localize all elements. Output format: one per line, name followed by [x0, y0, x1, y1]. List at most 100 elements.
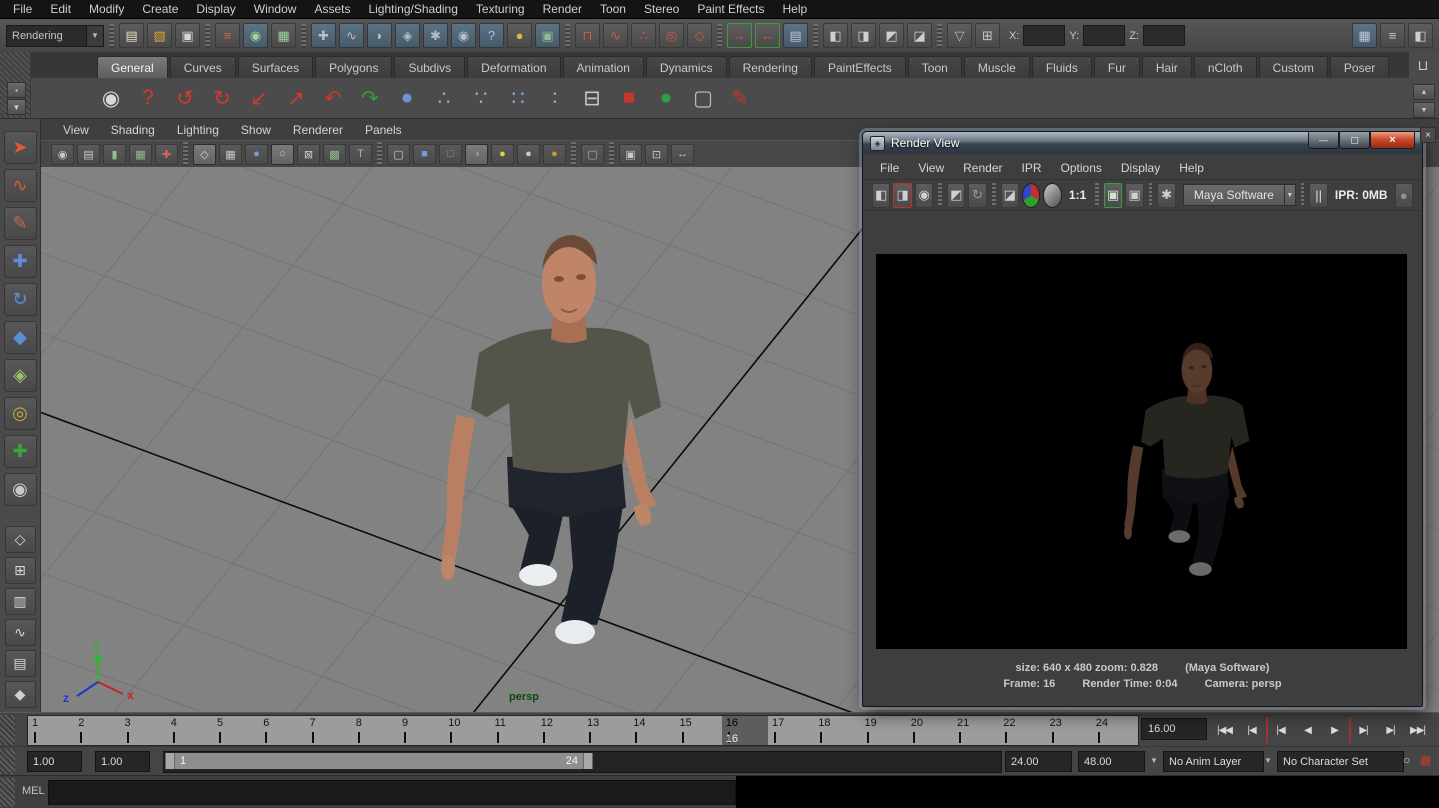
remove-image-icon[interactable]: ▣: [1125, 183, 1143, 208]
anim-layer-field[interactable]: No Anim Layer: [1163, 751, 1264, 772]
open-scene-icon[interactable]: ▧: [147, 23, 172, 48]
menu-help[interactable]: Help: [774, 1, 817, 17]
menu-stereo[interactable]: Stereo: [635, 1, 688, 17]
yellow-light-icon[interactable]: ●: [491, 144, 514, 165]
frame-6[interactable]: 6: [259, 716, 305, 745]
frame-15[interactable]: 15: [676, 716, 722, 745]
step-forward-frame-button[interactable]: ▶|: [1378, 717, 1403, 743]
panel-menu-shading[interactable]: Shading: [101, 122, 165, 138]
mask-rendering-icon[interactable]: ◉: [451, 23, 476, 48]
construction-history-icon[interactable]: ▤: [783, 23, 808, 48]
alpha-channel-icon[interactable]: [1043, 183, 1061, 208]
shelf-tab-subdivs[interactable]: Subdivs: [394, 56, 465, 78]
animation-end-field[interactable]: 48.00: [1078, 751, 1145, 772]
separator[interactable]: [205, 24, 210, 48]
select-tool[interactable]: ➤: [4, 131, 37, 164]
layout-persp-outliner[interactable]: ▥: [5, 588, 36, 615]
mask-dynamics-icon[interactable]: ✱: [423, 23, 448, 48]
range-end-handle[interactable]: [583, 753, 593, 769]
paint-select-tool[interactable]: ✎: [4, 207, 37, 240]
render-current-frame-icon[interactable]: ◧: [872, 183, 890, 208]
shelf-scroll-up-icon[interactable]: ▲: [1413, 84, 1435, 100]
default-lighting-icon[interactable]: ▢: [387, 144, 410, 165]
camera-attributes-icon[interactable]: ▤: [77, 144, 100, 165]
close-button[interactable]: ×: [1370, 132, 1415, 149]
mask-curves-icon[interactable]: ∿: [339, 23, 364, 48]
menu-paint-effects[interactable]: Paint Effects: [688, 1, 773, 17]
frame-5[interactable]: 5: [213, 716, 259, 745]
redo-previous-render-icon[interactable]: ◨: [893, 183, 911, 208]
rw-menu-help[interactable]: Help: [1170, 159, 1213, 177]
frame-8[interactable]: 8: [352, 716, 398, 745]
ipr-render-icon[interactable]: ◩: [879, 23, 904, 48]
panel-menu-panels[interactable]: Panels: [355, 122, 412, 138]
frame-18[interactable]: 18: [814, 716, 860, 745]
wireframe-mode-icon[interactable]: ◇: [193, 144, 216, 165]
scale-tool[interactable]: ◆: [4, 321, 37, 354]
separator[interactable]: [609, 142, 614, 166]
shelf-tab-general[interactable]: General: [97, 56, 168, 78]
range-start-handle[interactable]: [165, 753, 175, 769]
shadows-icon[interactable]: ◑: [465, 144, 488, 165]
shelf-tab-muscle[interactable]: Muscle: [964, 56, 1030, 78]
mask-deformations-icon[interactable]: ◈: [395, 23, 420, 48]
anim-layer-dropdown-icon[interactable]: ▼: [1150, 756, 1158, 765]
flat-lighting-icon[interactable]: □: [439, 144, 462, 165]
menu-create[interactable]: Create: [133, 1, 187, 17]
shelf-tab-surfaces[interactable]: Surfaces: [238, 56, 313, 78]
select-object-icon[interactable]: ◉: [243, 23, 268, 48]
save-scene-icon[interactable]: ▣: [175, 23, 200, 48]
hypergraph-icon[interactable]: ⊟: [577, 83, 607, 113]
new-scene-icon[interactable]: ▤: [119, 23, 144, 48]
playback-start-field[interactable]: 1.00: [95, 751, 150, 772]
lock-selection-icon[interactable]: ●: [507, 23, 532, 48]
frame-24[interactable]: 24: [1092, 716, 1138, 745]
rotate-tool[interactable]: ↻: [4, 283, 37, 316]
menu-edit[interactable]: Edit: [41, 1, 80, 17]
step-back-key-button[interactable]: |◀: [1266, 717, 1293, 743]
camera-dolly-icon[interactable]: ↗: [281, 83, 311, 113]
separator[interactable]: [992, 183, 996, 207]
gray-light-icon[interactable]: ●: [517, 144, 540, 165]
ipr-render-icon[interactable]: ◩: [947, 183, 965, 208]
render-region-icon[interactable]: ◪: [1001, 183, 1019, 208]
shelf-tab-deformation[interactable]: Deformation: [467, 56, 560, 78]
separator[interactable]: [565, 24, 570, 48]
select-by-object-icon[interactable]: ■: [614, 83, 644, 113]
menu-assets[interactable]: Assets: [305, 1, 359, 17]
shelf-tab-fur[interactable]: Fur: [1094, 56, 1140, 78]
menu-window[interactable]: Window: [245, 1, 306, 17]
shelf-tab-hair[interactable]: Hair: [1142, 56, 1192, 78]
auto-keyframe-icon[interactable]: ▦: [1420, 753, 1431, 767]
attribute-editor-toggle-icon[interactable]: ◧: [1408, 23, 1433, 48]
all-lights-icon[interactable]: ■: [413, 144, 436, 165]
separator[interactable]: [183, 142, 188, 166]
shelf-tab-custom[interactable]: Custom: [1259, 56, 1328, 78]
frame-17[interactable]: 17: [768, 716, 814, 745]
snap-grid-magnet-icon[interactable]: ⊓: [575, 23, 600, 48]
frame-9[interactable]: 9: [398, 716, 444, 745]
snap-curve-magnet-icon[interactable]: ∿: [603, 23, 628, 48]
mask-misc-icon[interactable]: ?: [479, 23, 504, 48]
render-current-frame-icon[interactable]: ◨: [851, 23, 876, 48]
separator[interactable]: [377, 142, 382, 166]
show-manipulator-tool[interactable]: ✚: [4, 435, 37, 468]
channel-box-toggle-icon[interactable]: ▦: [1352, 23, 1377, 48]
frame-14[interactable]: 14: [629, 716, 675, 745]
select-hierarchy-icon[interactable]: ≡: [215, 23, 240, 48]
lasso-select-tool[interactable]: ∿: [4, 169, 37, 202]
snap-center-magnet-icon[interactable]: ◎: [659, 23, 684, 48]
soft-modification-tool[interactable]: ◎: [4, 397, 37, 430]
rw-menu-render[interactable]: Render: [954, 159, 1011, 177]
help-line-icon[interactable]: ?: [133, 83, 163, 113]
frame-ruler[interactable]: 1234567891011121314151616171819202122232…: [27, 715, 1139, 746]
snap-point-magnet-icon[interactable]: ∴: [631, 23, 656, 48]
rw-menu-display[interactable]: Display: [1112, 159, 1169, 177]
frame-4[interactable]: 4: [167, 716, 213, 745]
rw-menu-options[interactable]: Options: [1052, 159, 1111, 177]
range-slider-bar[interactable]: 1 24: [165, 753, 593, 769]
default-material-icon[interactable]: ○: [271, 144, 294, 165]
frame-3[interactable]: 3: [121, 716, 167, 745]
shelf-menu-button[interactable]: ▼: [7, 99, 26, 115]
shelf-editor-button[interactable]: ▪: [7, 82, 26, 98]
